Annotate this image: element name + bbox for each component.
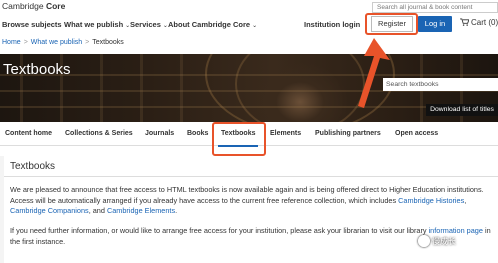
tab-elements[interactable]: Elements	[270, 130, 301, 137]
breadcrumb-home[interactable]: Home	[2, 39, 21, 46]
breadcrumb-current: Textbooks	[92, 39, 124, 46]
tab-content-home[interactable]: Content home	[5, 130, 52, 137]
nav-what-we-publish[interactable]: What we publish ⌄	[64, 20, 130, 29]
shelf-decoration	[180, 54, 183, 122]
nav-services[interactable]: Services ⌄	[130, 20, 168, 29]
breadcrumb-what-we-publish[interactable]: What we publish	[31, 39, 82, 46]
textbooks-tab-highlight-box	[212, 122, 266, 156]
nav-browse-subjects[interactable]: Browse subjects ⌄	[2, 20, 69, 29]
section-title: Textbooks	[10, 161, 56, 172]
hero-title: Textbooks	[3, 61, 71, 78]
textbook-search-input[interactable]: Search textbooks	[383, 78, 498, 91]
nav-what-we-publish-label: What we publish	[64, 20, 124, 29]
divider	[4, 176, 498, 177]
intro-paragraph: We are pleased to announce that free acc…	[10, 185, 494, 217]
global-search-input[interactable]: Search all journal & book content	[372, 2, 498, 13]
tab-open-access[interactable]: Open access	[395, 130, 438, 137]
register-highlight-box	[365, 13, 418, 35]
download-titles-button[interactable]: Download list of titles	[426, 104, 498, 116]
cart-label: Cart (0)	[471, 18, 498, 27]
cambridge-companions-link[interactable]: Cambridge Companions	[10, 206, 89, 215]
tab-publishing-partners[interactable]: Publishing partners	[315, 130, 381, 137]
intro-text-d: .	[175, 206, 178, 215]
shelf-decoration	[140, 54, 143, 122]
shelf-decoration	[0, 74, 498, 76]
annotation-arrow-icon	[358, 38, 390, 108]
breadcrumb-separator: >	[23, 39, 28, 46]
intro-text-b: ,	[464, 195, 467, 205]
chevron-down-icon: ⌄	[252, 23, 258, 29]
breadcrumb-separator: >	[85, 39, 90, 46]
tab-collections-series[interactable]: Collections & Series	[65, 130, 133, 137]
contact-text-a: If you need further information, or woul…	[10, 226, 429, 235]
intro-text-c: , and	[88, 206, 107, 215]
shelf-decoration	[100, 54, 103, 122]
cambridge-elements-link[interactable]: Cambridge Elements	[107, 206, 175, 215]
watermark: 慢成长	[418, 235, 456, 247]
tab-books[interactable]: Books	[187, 130, 208, 137]
cambridge-histories-link[interactable]: Cambridge Histories	[398, 196, 464, 205]
cart-link[interactable]: Cart (0)	[460, 18, 498, 27]
watermark-logo-icon	[418, 235, 430, 247]
nav-browse-subjects-label: Browse subjects	[2, 20, 62, 29]
tab-journals[interactable]: Journals	[145, 130, 174, 137]
cambridge-core-logo[interactable]: Cambridge Core	[2, 1, 65, 11]
nav-services-label: Services	[130, 20, 161, 29]
shelf-decoration	[0, 106, 498, 108]
logo-brand: Cambridge	[2, 1, 44, 11]
library-arch-decoration	[235, 54, 365, 122]
breadcrumb: Home > What we publish > Textbooks	[2, 39, 124, 46]
nav-about-cambridge-core[interactable]: About Cambridge Core ⌄	[168, 20, 257, 29]
cart-icon	[460, 18, 469, 26]
institution-login-link[interactable]: Institution login	[304, 20, 360, 29]
top-bar: Cambridge Core Search all journal & book…	[0, 0, 498, 14]
information-page-link[interactable]: information page	[429, 226, 483, 235]
login-button[interactable]: Log in	[418, 16, 452, 32]
logo-product: Core	[45, 1, 66, 11]
watermark-text: 慢成长	[432, 237, 456, 246]
nav-about-label: About Cambridge Core	[168, 20, 251, 29]
